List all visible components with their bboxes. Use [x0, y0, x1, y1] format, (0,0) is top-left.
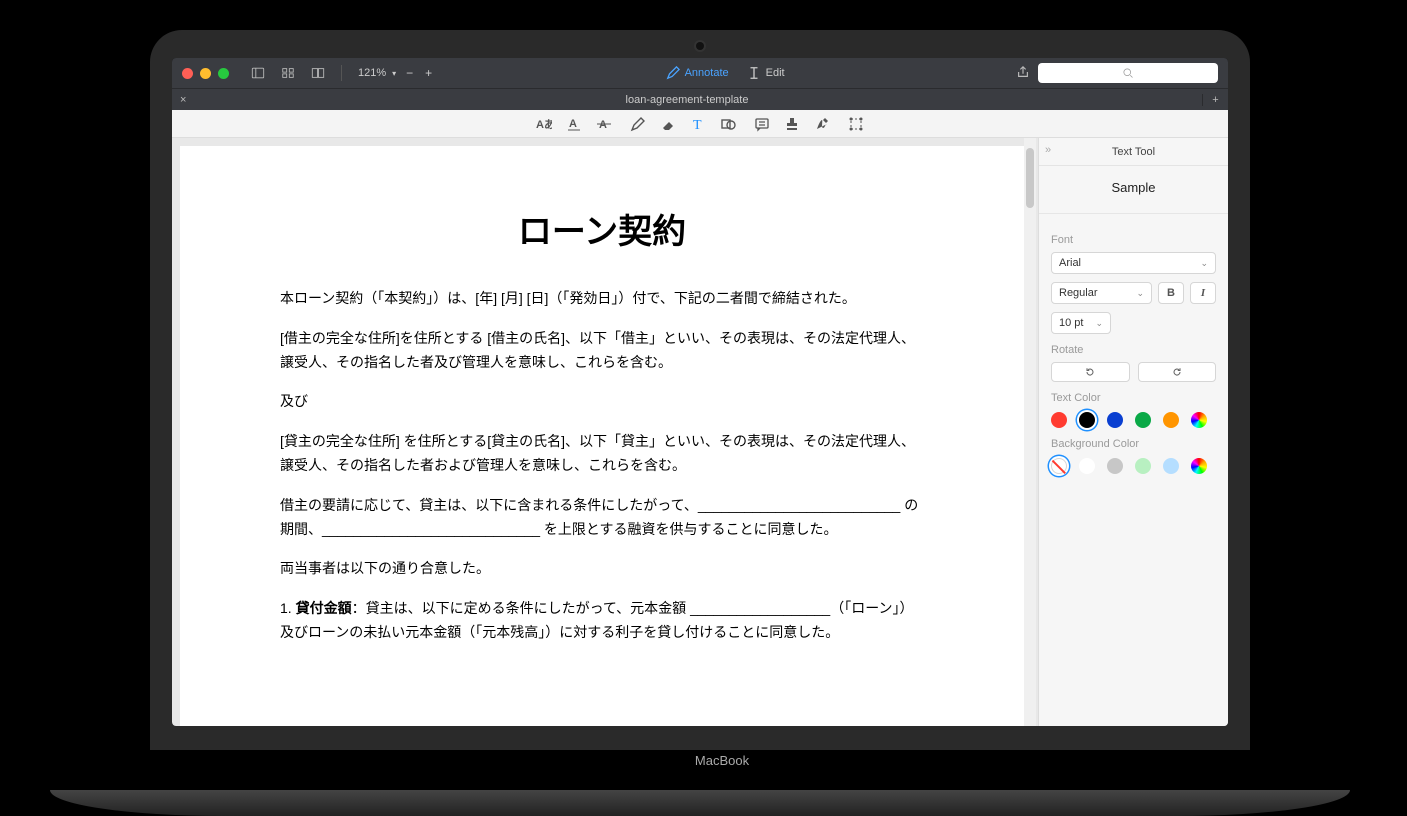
- color-swatch[interactable]: [1191, 458, 1207, 474]
- text-tool-icon[interactable]: T: [690, 116, 706, 132]
- color-swatch[interactable]: [1051, 412, 1067, 428]
- color-swatch[interactable]: [1135, 412, 1151, 428]
- signature-icon[interactable]: [814, 116, 830, 132]
- share-button[interactable]: [1016, 65, 1030, 82]
- font-family-select[interactable]: Arial ⌄: [1051, 252, 1216, 274]
- paragraph: [貸主の完全な住所] を住所とする[貸主の氏名]、以下「貸主」といい、その表現は…: [280, 430, 924, 478]
- bg-color-label: Background Color: [1051, 438, 1216, 450]
- document-viewport[interactable]: ローン契約 本ローン契約（「本契約」）は、[年] [月] [日]（「発効日」）付…: [172, 138, 1038, 726]
- zoom-level[interactable]: 121%: [358, 67, 386, 79]
- inspector-panel: » Text Tool Sample Font Arial ⌄ Regular: [1038, 138, 1228, 726]
- new-tab-button[interactable]: +: [1202, 94, 1228, 106]
- strikethrough-a-icon[interactable]: A: [596, 116, 612, 132]
- zoom-dropdown-icon[interactable]: ▾: [392, 69, 396, 78]
- eraser-icon[interactable]: [660, 116, 676, 132]
- font-weight-value: Regular: [1059, 287, 1098, 299]
- maximize-window[interactable]: [218, 68, 229, 79]
- panel-title: Text Tool: [1112, 146, 1155, 158]
- color-swatch[interactable]: [1135, 458, 1151, 474]
- zoom-in-button[interactable]: +: [423, 66, 434, 80]
- minimize-window[interactable]: [200, 68, 211, 79]
- paragraph: 及び: [280, 390, 924, 414]
- svg-text:Aあ: Aあ: [536, 118, 552, 131]
- color-swatch[interactable]: [1079, 458, 1095, 474]
- shape-tool-icon[interactable]: [720, 116, 736, 132]
- rotate-ccw-button[interactable]: [1051, 362, 1130, 382]
- window-controls: [182, 68, 229, 79]
- paragraph: [借主の完全な住所]を住所とする [借主の氏名]、以下「借主」といい、その表現は…: [280, 327, 924, 375]
- vertical-scrollbar[interactable]: [1024, 138, 1036, 726]
- font-weight-select[interactable]: Regular ⌄: [1051, 282, 1152, 304]
- loan-amount-label: 貸付金額: [296, 600, 352, 616]
- two-page-view-icon[interactable]: [307, 64, 329, 82]
- laptop-brand-label: MacBook: [172, 753, 1272, 768]
- color-swatch[interactable]: [1079, 412, 1095, 428]
- document-title: ローン契約: [280, 204, 924, 253]
- color-swatch[interactable]: [1163, 458, 1179, 474]
- sidebar-toggle-icon[interactable]: [247, 64, 269, 82]
- sample-preview: Sample: [1039, 166, 1228, 214]
- color-swatch[interactable]: [1107, 458, 1123, 474]
- paragraph: 両当事者は以下の通り合意した。: [280, 557, 924, 581]
- svg-text:A: A: [569, 118, 577, 130]
- collapse-panel-icon[interactable]: »: [1045, 144, 1051, 156]
- zoom-out-button[interactable]: −: [402, 66, 417, 80]
- color-swatch[interactable]: [1051, 458, 1067, 474]
- tab-title: loan-agreement-template: [626, 94, 749, 106]
- color-swatch[interactable]: [1107, 412, 1123, 428]
- annotate-mode-button[interactable]: Annotate: [666, 66, 729, 80]
- paragraph: 借主の要請に応じて、貸主は、以下に含まれる条件にしたがって、__________…: [280, 494, 924, 542]
- text-color-swatches: [1051, 412, 1216, 428]
- italic-button[interactable]: I: [1190, 282, 1216, 304]
- font-family-value: Arial: [1059, 257, 1081, 269]
- paragraph: 1. 貸付金額：貸主は、以下に定める条件にしたがって、元本金額 ________…: [280, 597, 924, 645]
- edit-mode-button[interactable]: Edit: [747, 66, 785, 80]
- pencil-icon[interactable]: [630, 116, 646, 132]
- text-style-icon[interactable]: Aあ: [536, 116, 552, 132]
- font-label: Font: [1051, 234, 1216, 246]
- crop-icon[interactable]: [848, 116, 864, 132]
- edit-mode-label: Edit: [766, 67, 785, 79]
- close-window[interactable]: [182, 68, 193, 79]
- svg-text:T: T: [693, 118, 702, 132]
- svg-text:A: A: [599, 119, 607, 131]
- note-icon[interactable]: [754, 116, 770, 132]
- document-tab[interactable]: × loan-agreement-template: [172, 94, 1202, 106]
- bg-color-swatches: [1051, 458, 1216, 474]
- close-tab-icon[interactable]: ×: [180, 94, 186, 106]
- chevron-down-icon: ⌄: [1136, 288, 1144, 299]
- camera-dot: [696, 42, 704, 50]
- laptop-base: [50, 790, 1350, 816]
- search-input[interactable]: [1038, 63, 1218, 83]
- document-page: ローン契約 本ローン契約（「本契約」）は、[年] [月] [日]（「発効日」）付…: [180, 146, 1024, 726]
- color-swatch[interactable]: [1163, 412, 1179, 428]
- chevron-down-icon: ⌄: [1095, 318, 1103, 329]
- text-color-label: Text Color: [1051, 392, 1216, 404]
- underline-a-icon[interactable]: A: [566, 116, 582, 132]
- font-size-select[interactable]: 10 pt ⌄: [1051, 312, 1111, 334]
- paragraph-rest: ：貸主は、以下に定める条件にしたがって、元本金額 _______________…: [280, 600, 914, 640]
- rotate-cw-button[interactable]: [1138, 362, 1217, 382]
- annotate-mode-label: Annotate: [685, 67, 729, 79]
- titlebar: 121% ▾ − + Annotate Edit: [172, 58, 1228, 88]
- color-swatch[interactable]: [1191, 412, 1207, 428]
- stamp-icon[interactable]: [784, 116, 800, 132]
- thumbnail-view-icon[interactable]: [277, 64, 299, 82]
- chevron-down-icon: ⌄: [1200, 258, 1208, 269]
- rotate-label: Rotate: [1051, 344, 1216, 356]
- font-size-value: 10 pt: [1059, 317, 1083, 329]
- paragraph: 本ローン契約（「本契約」）は、[年] [月] [日]（「発効日」）付で、下記の二…: [280, 287, 924, 311]
- bold-button[interactable]: B: [1158, 282, 1184, 304]
- tab-bar: × loan-agreement-template +: [172, 88, 1228, 110]
- annotation-toolbar: Aあ A A T: [172, 110, 1228, 138]
- search-icon: [1122, 67, 1134, 79]
